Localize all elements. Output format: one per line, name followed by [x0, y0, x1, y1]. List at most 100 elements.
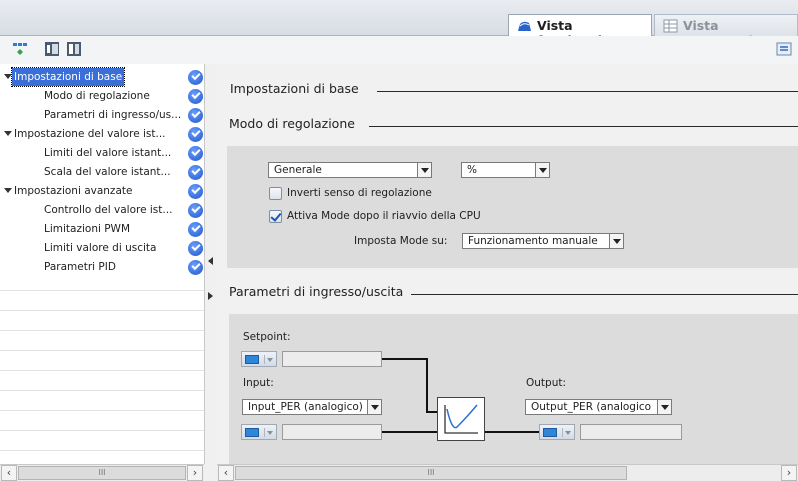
row-divider	[0, 410, 204, 411]
check-icon	[188, 184, 203, 199]
setpoint-field[interactable]	[282, 351, 382, 367]
unit-select[interactable]: %	[461, 162, 550, 178]
scroll-left-button[interactable]: ‹	[218, 465, 234, 481]
section-rule	[377, 91, 798, 92]
nav-horizontal-scrollbar[interactable]: ‹ III ›	[0, 464, 204, 481]
row-divider	[0, 330, 204, 331]
invert-direction-label: Inverti senso di regolazione	[287, 187, 432, 199]
check-icon	[188, 127, 203, 142]
check-icon	[188, 108, 203, 123]
row-divider	[0, 430, 204, 431]
io-block-icon	[245, 428, 259, 437]
output-label: Output:	[526, 377, 567, 389]
output-value: Output_PER (analogico	[531, 401, 652, 413]
input-select[interactable]: Input_PER (analogico)	[242, 399, 382, 415]
unit-value: %	[467, 164, 477, 176]
view-network-icon[interactable]	[12, 41, 28, 57]
panel-toggle-icon[interactable]	[776, 41, 792, 57]
nav-label: Parametri PID	[44, 261, 116, 273]
nav-label: Scala del valore istant...	[44, 166, 171, 178]
expand-right-icon[interactable]	[208, 292, 214, 300]
row-divider	[0, 350, 204, 351]
setpoint-wire	[382, 358, 427, 360]
navigation-tree: Impostazioni di base Modo di regolazione…	[0, 64, 213, 464]
nav-label: Limiti valore di uscita	[44, 242, 157, 254]
chevron-down-icon[interactable]	[657, 400, 671, 414]
chevron-down-icon	[562, 428, 572, 437]
nav-item-control-mode[interactable]: Modo di regolazione	[0, 87, 204, 105]
nav-item-pwm-limits[interactable]: Limitazioni PWM	[0, 220, 204, 238]
check-icon	[188, 89, 203, 104]
panel-splitter[interactable]	[204, 64, 217, 464]
nav-label: Limiti del valore istant...	[44, 147, 172, 159]
scroll-thumb[interactable]: III	[235, 466, 627, 480]
expand-arrow-icon[interactable]	[4, 188, 12, 193]
output-select[interactable]: Output_PER (analogico	[525, 399, 672, 415]
scroll-left-button[interactable]: ‹	[1, 465, 17, 481]
check-icon	[188, 203, 203, 218]
check-icon	[188, 241, 203, 256]
tab-parameter-view[interactable]: Vista parametri	[654, 14, 798, 48]
nav-label: Modo di regolazione	[44, 90, 150, 102]
section-title-io-parameters: Parametri di ingresso/uscita	[229, 284, 404, 299]
controller-icon	[437, 397, 485, 441]
set-mode-label: Imposta Mode su:	[354, 235, 448, 247]
input-field[interactable]	[282, 424, 382, 440]
row-divider	[0, 290, 204, 291]
chevron-down-icon	[264, 355, 274, 364]
chevron-down-icon[interactable]	[535, 163, 549, 177]
check-icon	[188, 260, 203, 275]
input-value: Input_PER (analogico)	[248, 401, 363, 413]
section-title-basic-settings: Impostazioni di base	[230, 81, 359, 96]
nav-label: Limitazioni PWM	[44, 223, 130, 235]
input-source-button[interactable]	[241, 424, 277, 440]
parameter-view-icon	[663, 19, 678, 33]
nav-item-actual-value-scaling[interactable]: Scala del valore istant...	[0, 163, 204, 181]
collapse-left-icon[interactable]	[208, 257, 214, 265]
nav-item-io-parameters[interactable]: Parametri di ingresso/us...	[0, 106, 204, 124]
output-wire	[484, 431, 539, 433]
chevron-down-icon[interactable]	[367, 400, 381, 414]
collapse-all-icon[interactable]	[66, 41, 82, 57]
nav-label: Impostazione del valore ist...	[14, 128, 166, 140]
set-mode-value: Funzionamento manuale	[468, 235, 598, 247]
content-horizontal-scrollbar[interactable]: ‹ III ›	[217, 464, 798, 481]
output-field[interactable]	[580, 424, 682, 440]
settings-content: Impostazioni di base Modo di regolazione…	[217, 64, 798, 464]
io-block-icon	[245, 355, 259, 364]
scroll-right-button[interactable]: ›	[781, 465, 797, 481]
nav-label: Impostazioni di base	[10, 67, 126, 87]
nav-item-advanced-settings[interactable]: Impostazioni avanzate	[0, 182, 204, 200]
expand-arrow-icon[interactable]	[4, 131, 12, 136]
row-divider	[0, 450, 204, 451]
tab-functional-view[interactable]: Vista funzionale	[508, 14, 652, 48]
nav-label: Parametri di ingresso/us...	[44, 109, 182, 121]
scroll-right-button[interactable]: ›	[187, 465, 203, 481]
activate-mode-label: Attiva Mode dopo il riavvio della CPU	[287, 210, 481, 222]
chevron-down-icon	[264, 428, 274, 437]
chevron-down-icon[interactable]	[417, 163, 431, 177]
nav-item-actual-value-monitoring[interactable]: Controllo del valore ist...	[0, 201, 204, 219]
nav-item-actual-value-limits[interactable]: Limiti del valore istant...	[0, 144, 204, 162]
setpoint-source-button[interactable]	[241, 351, 277, 367]
setpoint-label: Setpoint:	[243, 331, 291, 343]
invert-direction-checkbox[interactable]	[269, 187, 282, 200]
controller-type-select[interactable]: Generale	[268, 162, 432, 178]
set-mode-select[interactable]: Funzionamento manuale	[462, 233, 624, 249]
check-icon	[188, 70, 203, 85]
nav-item-output-limits[interactable]: Limiti valore di uscita	[0, 239, 204, 257]
expand-all-icon[interactable]	[44, 41, 60, 57]
output-target-button[interactable]	[539, 424, 575, 440]
chevron-down-icon[interactable]	[609, 234, 623, 248]
toolbar	[0, 36, 798, 64]
expand-arrow-icon[interactable]	[4, 74, 12, 79]
nav-item-actual-value-settings[interactable]: Impostazione del valore ist...	[0, 125, 204, 143]
check-icon	[188, 146, 203, 161]
activate-mode-checkbox[interactable]	[269, 210, 282, 223]
view-tab-bar: Vista funzionale Vista parametri	[0, 0, 798, 48]
row-divider	[0, 390, 204, 391]
nav-item-pid-parameters[interactable]: Parametri PID	[0, 258, 204, 276]
nav-item-basic-settings[interactable]: Impostazioni di base	[0, 67, 204, 87]
scroll-thumb[interactable]: III	[18, 466, 186, 480]
section-rule	[411, 294, 798, 295]
